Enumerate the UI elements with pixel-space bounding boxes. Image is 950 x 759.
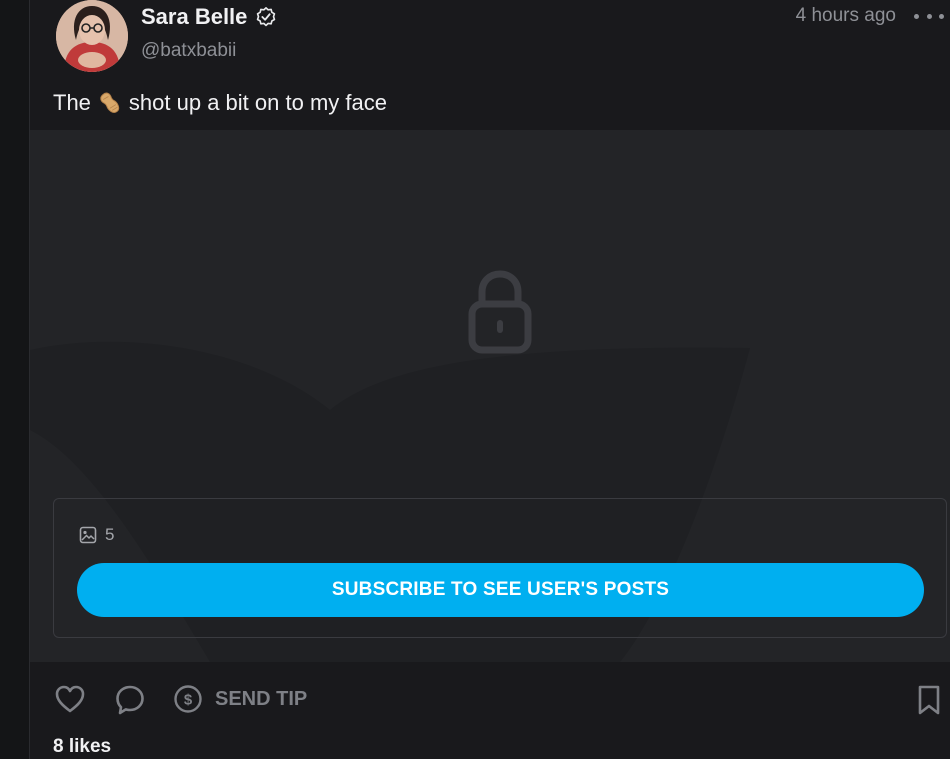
heart-icon[interactable] — [54, 684, 86, 714]
post-caption: The shot up a bit on to my face — [53, 90, 387, 116]
left-rail — [0, 0, 30, 759]
post-header: Sara Belle @batxbabii 4 hours ago — [30, 0, 950, 90]
more-icon[interactable] — [914, 8, 944, 24]
bookmark-icon[interactable] — [916, 684, 942, 716]
post-card: Sara Belle @batxbabii 4 hours ago The sh… — [30, 0, 950, 759]
image-icon — [79, 526, 97, 544]
send-tip-button[interactable]: $ SEND TIP — [173, 684, 307, 714]
avatar[interactable] — [56, 0, 128, 72]
comment-icon[interactable] — [114, 684, 146, 716]
caption-text-after: shot up a bit on to my face — [128, 90, 387, 115]
author-name-row: Sara Belle — [141, 4, 277, 30]
post-actions: $ SEND TIP — [30, 662, 950, 738]
subscribe-button[interactable]: SUBSCRIBE TO SEE USER'S POSTS — [77, 563, 924, 617]
verified-icon — [255, 6, 277, 28]
lock-icon — [468, 270, 532, 354]
post-timestamp[interactable]: 4 hours ago — [796, 5, 896, 27]
caption-text-before: The — [53, 90, 91, 115]
likes-count[interactable]: 8 likes — [53, 736, 111, 758]
svg-text:$: $ — [184, 692, 193, 709]
dollar-icon: $ — [174, 685, 202, 713]
send-tip-label: SEND TIP — [215, 687, 308, 710]
paywall-box: 5 SUBSCRIBE TO SEE USER'S POSTS — [53, 498, 947, 638]
peanut-emoji-icon — [97, 90, 123, 116]
locked-media: 5 SUBSCRIBE TO SEE USER'S POSTS — [30, 130, 950, 662]
author-name[interactable]: Sara Belle — [141, 4, 247, 30]
media-count-value: 5 — [105, 525, 115, 544]
author-handle[interactable]: @batxbabii — [141, 40, 236, 62]
media-count: 5 — [79, 525, 114, 545]
